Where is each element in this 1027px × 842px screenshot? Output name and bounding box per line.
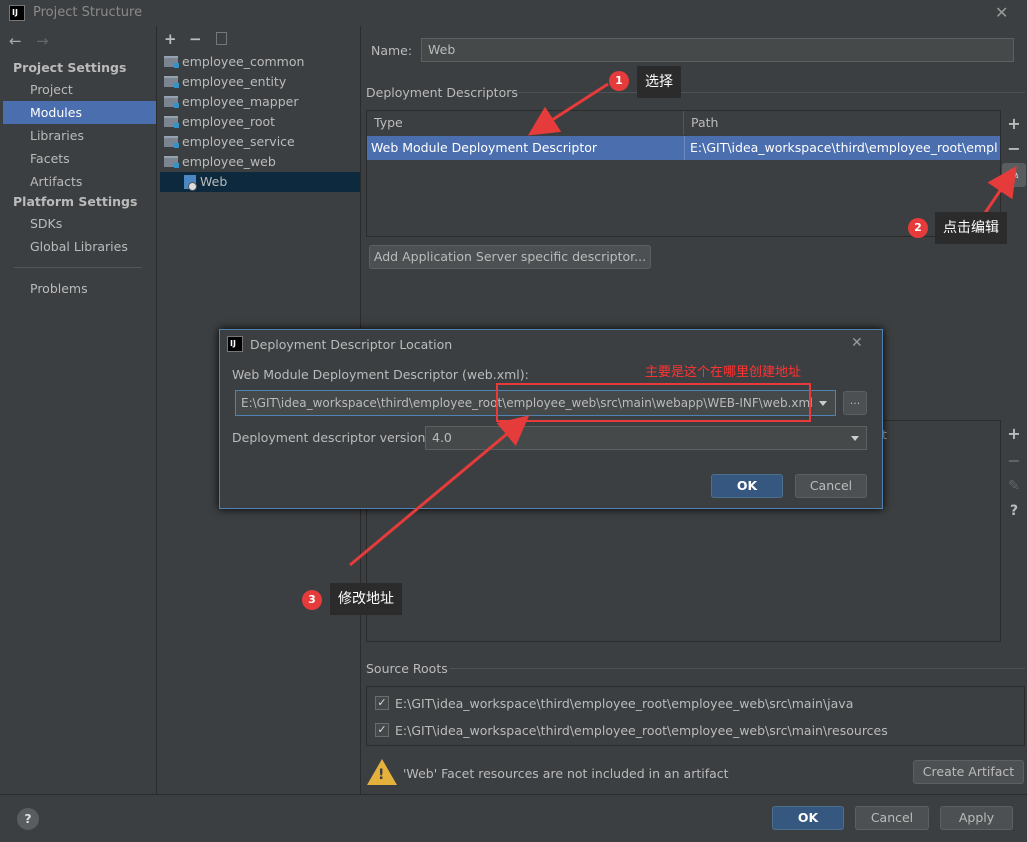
step2-callout: 点击编辑 <box>935 212 1007 244</box>
step-badge: 1 <box>609 71 629 91</box>
step1-callout: 选择 <box>637 66 681 98</box>
step-badge: 3 <box>302 590 322 610</box>
step3-callout: 修改地址 <box>330 583 402 615</box>
arrow-step2 <box>983 166 1017 214</box>
arrow-step1 <box>527 82 609 136</box>
step-badge: 2 <box>908 218 928 238</box>
arrow-step3 <box>349 415 530 567</box>
annotation-arrows <box>349 82 1017 567</box>
